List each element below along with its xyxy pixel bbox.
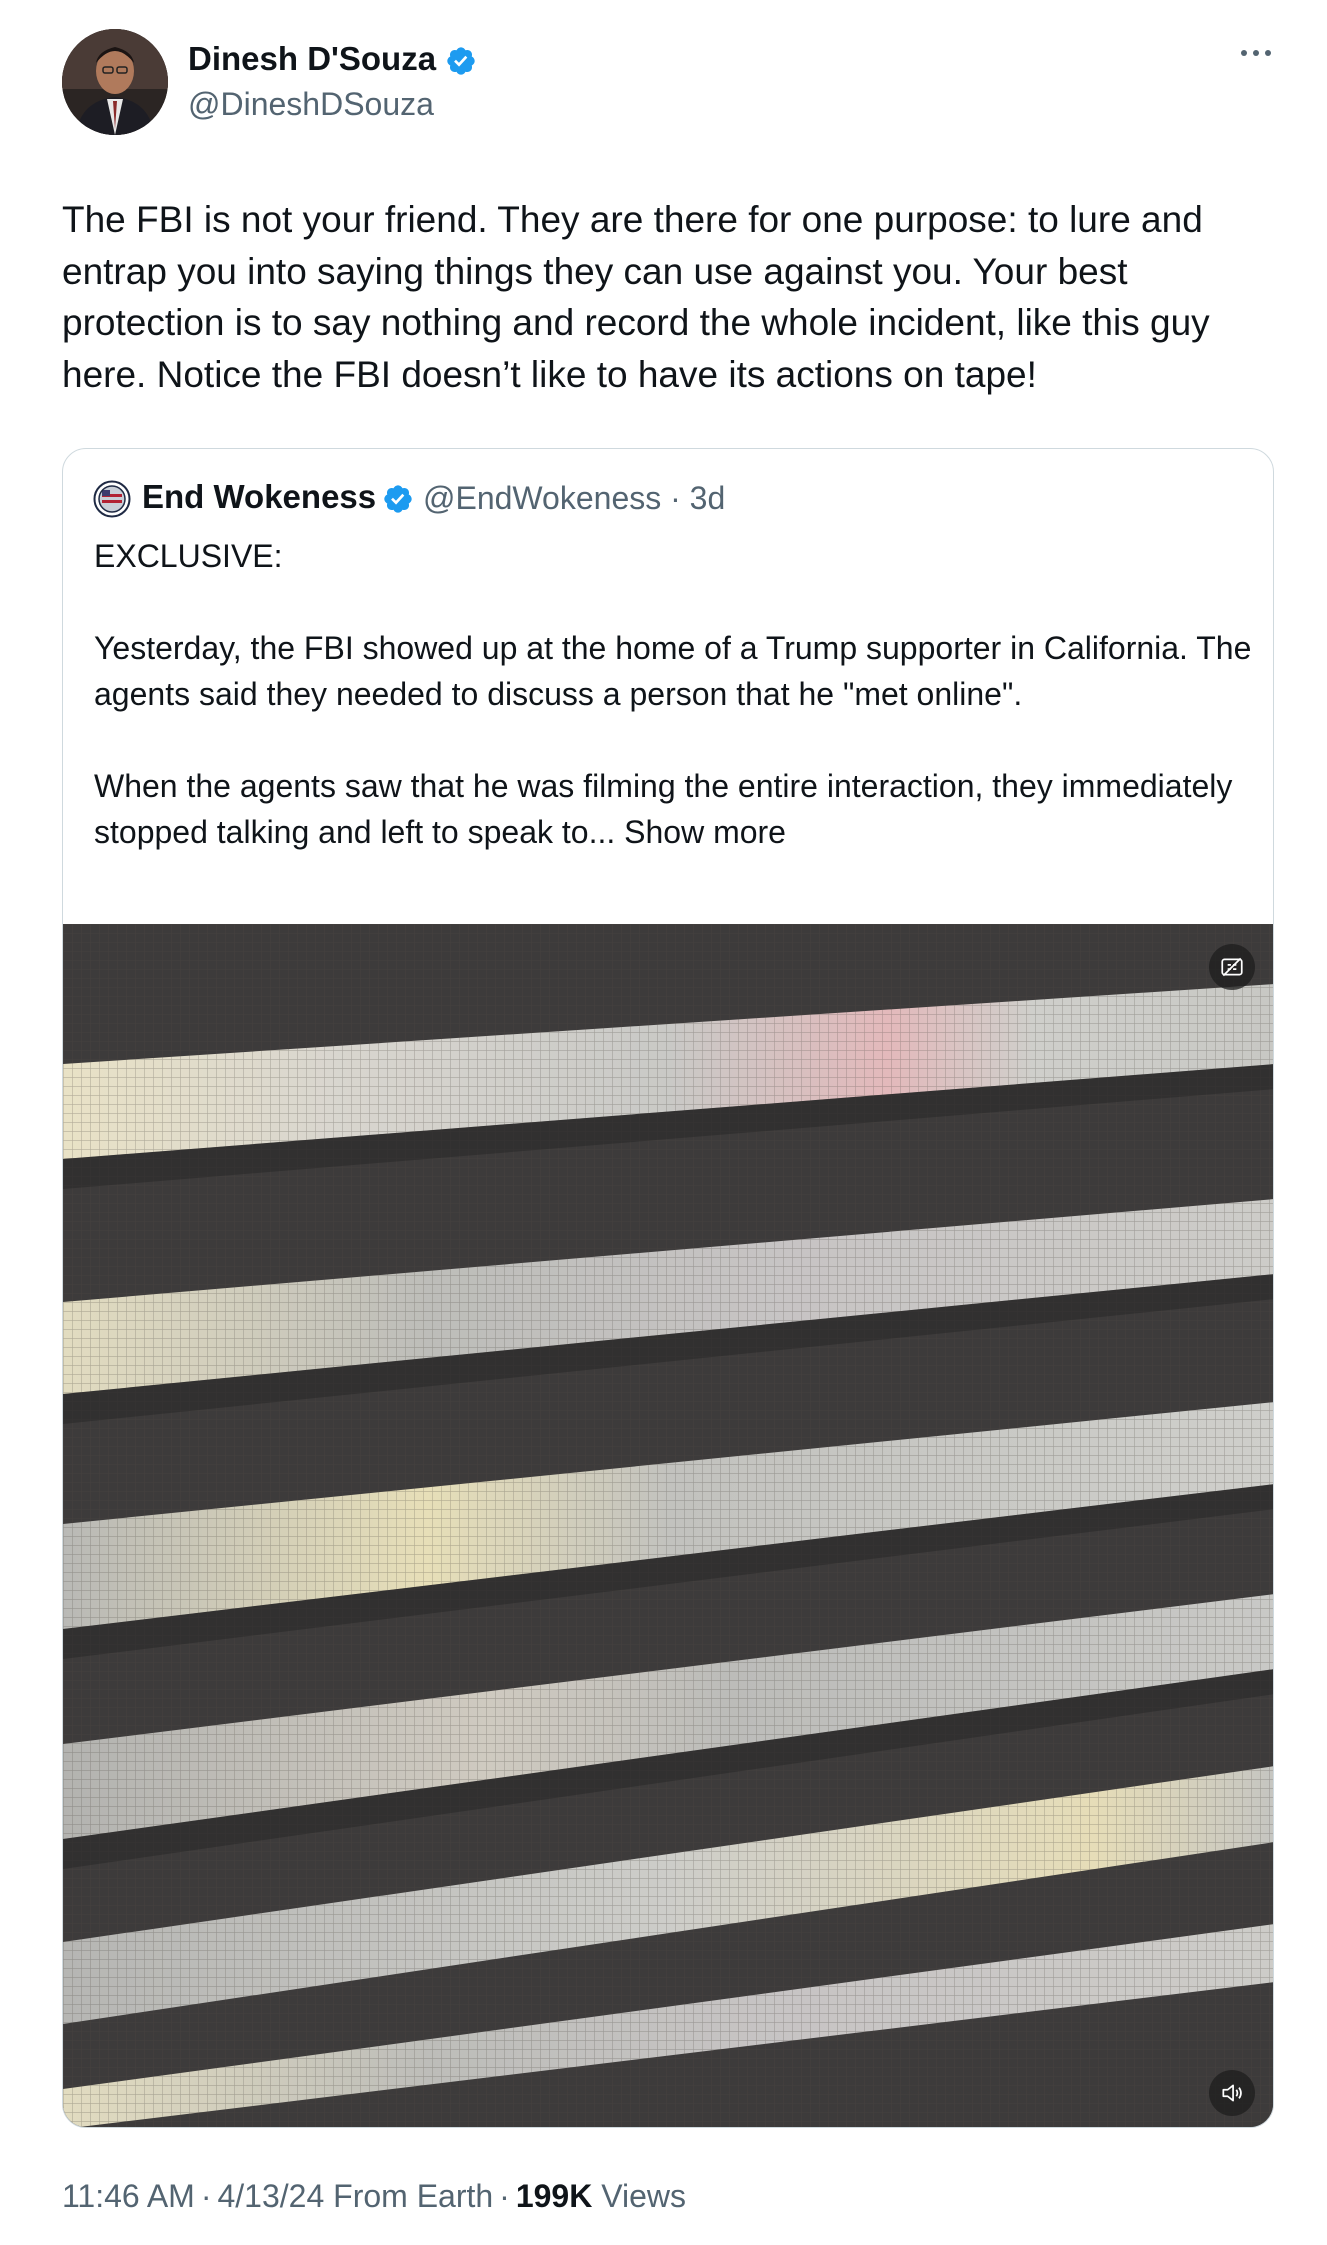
sound-button[interactable] [1209, 2070, 1255, 2116]
video-frame [63, 924, 1273, 2127]
tweet-date[interactable]: 4/13/24 [217, 2178, 324, 2214]
views-label: Views [601, 2178, 686, 2214]
captions-off-icon [1221, 957, 1243, 977]
verified-badge-icon [384, 485, 412, 513]
video-player[interactable] [63, 924, 1273, 2127]
quoted-meta: @EndWokeness · 3d [423, 480, 725, 517]
quoted-author-name[interactable]: End Wokeness [142, 478, 376, 516]
quoted-body: EXCLUSIVE: Yesterday, the FBI showed up … [94, 538, 1252, 850]
tweet: Dinesh D'Souza @DineshDSouza The FBI is … [0, 0, 1327, 2245]
more-options-icon[interactable] [1238, 46, 1274, 60]
dot-separator: · [200, 2178, 212, 2214]
author-handle[interactable]: @DineshDSouza [188, 86, 434, 123]
dot-separator: · [499, 2178, 510, 2214]
author-avatar[interactable] [62, 29, 168, 135]
show-more-link[interactable]: Show more [624, 814, 786, 850]
quoted-author-handle[interactable]: @EndWokeness [423, 480, 661, 516]
views-count[interactable]: 199K [516, 2178, 593, 2214]
quoted-avatar[interactable] [93, 480, 131, 518]
quoted-text: EXCLUSIVE: Yesterday, the FBI showed up … [94, 533, 1254, 855]
tweet-source: From Earth [333, 2178, 494, 2214]
tweet-footer: 11:46 AM · 4/13/24 From Earth · 199K Views [62, 2178, 686, 2215]
author-name[interactable]: Dinesh D'Souza [188, 40, 436, 78]
quoted-tweet[interactable]: End Wokeness @EndWokeness · 3d EXCLUSIVE… [62, 448, 1274, 2128]
captions-off-button[interactable] [1209, 944, 1255, 990]
tweet-text: The FBI is not your friend. They are the… [62, 199, 1210, 395]
sound-icon [1222, 2084, 1242, 2102]
quoted-age[interactable]: 3d [690, 480, 726, 516]
tweet-time[interactable]: 11:46 AM [62, 2178, 195, 2214]
verified-badge-icon [447, 47, 475, 75]
dot-separator: · [661, 480, 690, 516]
